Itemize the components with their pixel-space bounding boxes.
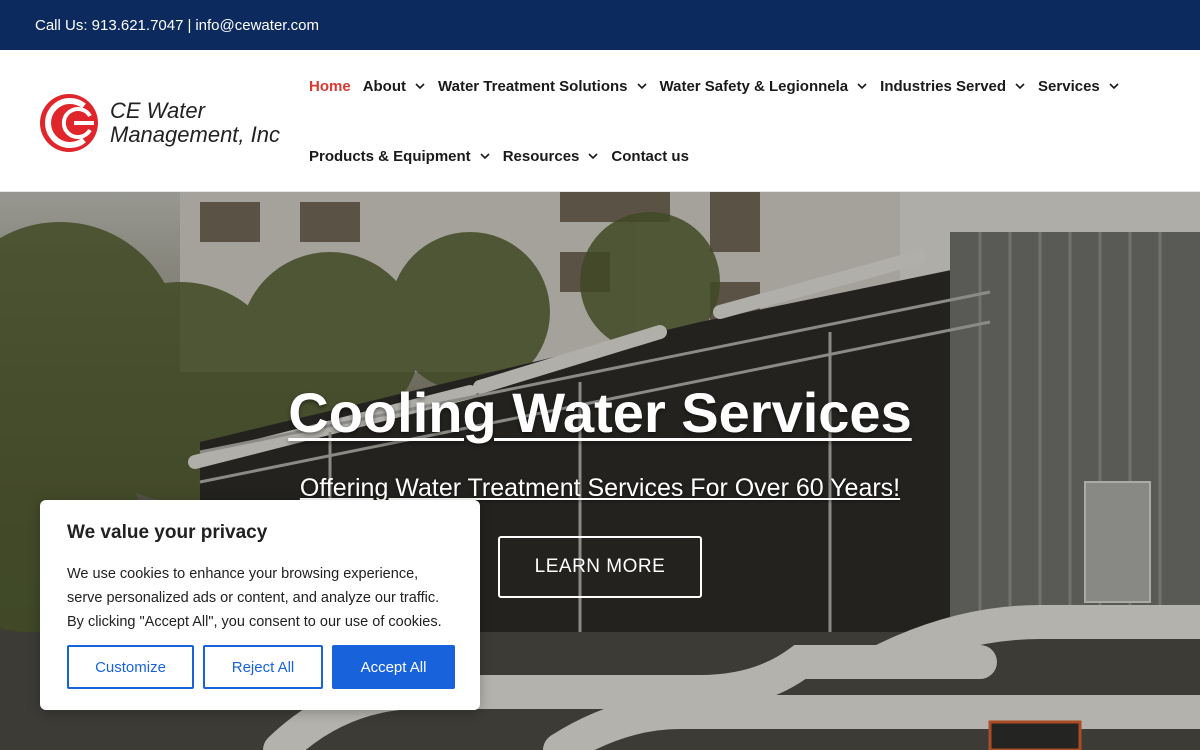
nav-label: Water Safety & Legionnela (659, 77, 849, 95)
site-logo[interactable]: CE Water Management, Inc (38, 92, 288, 154)
ce-logo-icon (38, 92, 100, 154)
logo-line-1: CE Water (110, 98, 205, 123)
nav-water-safety[interactable]: Water Safety & Legionnela (660, 78, 869, 95)
nav-home[interactable]: Home (309, 78, 351, 95)
nav-label: Services (1038, 77, 1100, 95)
nav-label: Home (309, 77, 351, 95)
chevron-down-icon (636, 80, 648, 92)
site-header: CE Water Management, Inc Home About Wate… (0, 50, 1200, 192)
nav-contact-us[interactable]: Contact us (611, 148, 689, 165)
email-link[interactable]: info@cewater.com (195, 17, 319, 34)
nav-services[interactable]: Services (1038, 78, 1120, 95)
top-contact-bar: Call Us: 913.621.7047 | info@cewater.com (0, 0, 1200, 50)
nav-label: Products & Equipment (309, 147, 471, 165)
cookie-consent-banner: We value your privacy We use cookies to … (40, 500, 480, 710)
nav-label: Industries Served (880, 77, 1007, 95)
chevron-down-icon (1108, 80, 1120, 92)
reject-all-button[interactable]: Reject All (203, 645, 323, 689)
nav-about[interactable]: About (363, 78, 426, 95)
hero-title[interactable]: Cooling Water Services (0, 380, 1200, 445)
hero-subtitle[interactable]: Offering Water Treatment Services For Ov… (0, 474, 1200, 503)
learn-more-button[interactable]: LEARN MORE (498, 536, 702, 598)
cookie-description: We use cookies to enhance your browsing … (67, 566, 442, 630)
customize-button[interactable]: Customize (67, 645, 194, 689)
cookie-title: We value your privacy (67, 522, 268, 543)
chevron-down-icon (856, 80, 868, 92)
nav-label: Contact us (611, 147, 689, 165)
nav-label: About (362, 77, 407, 95)
nav-water-treatment-solutions[interactable]: Water Treatment Solutions (438, 78, 647, 95)
cookie-actions: Customize Reject All Accept All (67, 645, 455, 689)
chevron-down-icon (1014, 80, 1026, 92)
chevron-down-icon (414, 80, 426, 92)
nav-label: Water Treatment Solutions (438, 77, 628, 95)
main-nav-row-1: Home About Water Treatment Solutions Wat… (309, 76, 1132, 96)
logo-line-2: Management, Inc (110, 122, 280, 147)
nav-label: Resources (502, 147, 580, 165)
nav-industries-served[interactable]: Industries Served (880, 78, 1026, 95)
separator: | (187, 16, 192, 34)
chevron-down-icon (479, 150, 491, 162)
chevron-down-icon (587, 150, 599, 162)
nav-products-equipment[interactable]: Products & Equipment (309, 148, 491, 165)
accept-all-button[interactable]: Accept All (332, 645, 455, 689)
main-nav-row-2: Products & Equipment Resources Contact u… (309, 146, 701, 166)
logo-wordmark: CE Water Management, Inc (110, 99, 280, 147)
nav-resources[interactable]: Resources (503, 148, 600, 165)
phone-link[interactable]: Call Us: 913.621.7047 (35, 17, 183, 34)
